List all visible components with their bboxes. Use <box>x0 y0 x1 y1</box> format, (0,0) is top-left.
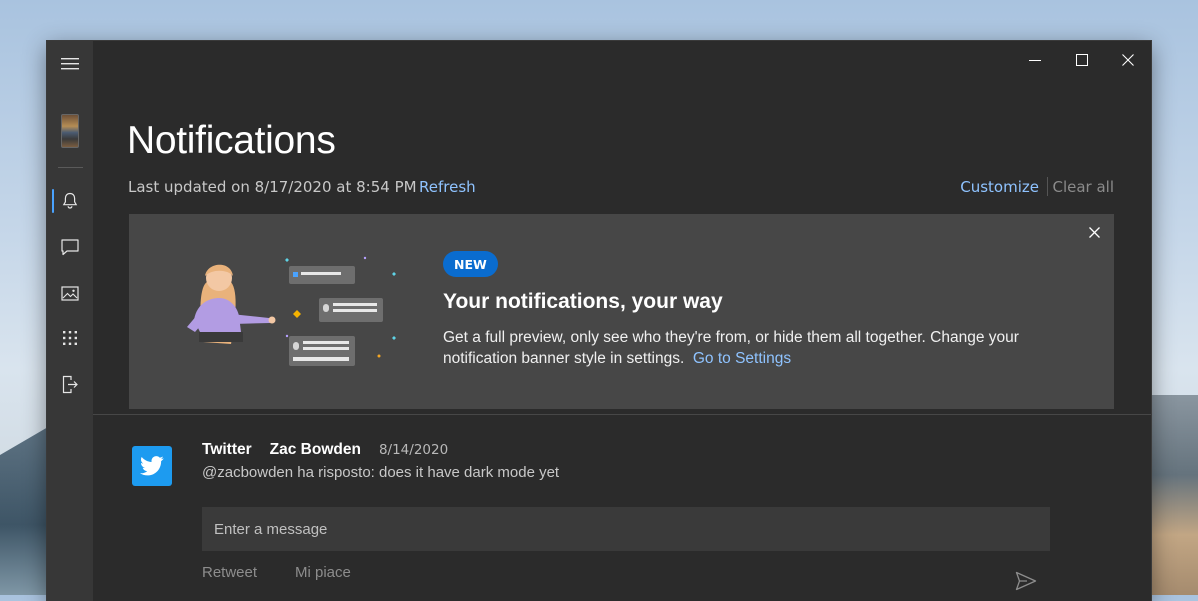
minimize-icon <box>1029 60 1041 61</box>
header-separator <box>1047 177 1048 196</box>
customize-link[interactable]: Customize <box>960 178 1039 196</box>
twitter-bird-icon <box>140 456 164 476</box>
refresh-link[interactable]: Refresh <box>419 178 476 196</box>
notification-header: Twitter Zac Bowden 8/14/2020 <box>202 441 448 459</box>
banner-close-button[interactable] <box>1084 222 1104 242</box>
notification-app-name: Twitter <box>202 441 252 458</box>
close-icon <box>1122 54 1134 66</box>
sidebar-item-apps[interactable] <box>47 318 93 358</box>
sidebar-item-notifications[interactable] <box>47 181 93 221</box>
send-icon <box>1015 571 1037 591</box>
sidebar <box>47 41 93 601</box>
send-button[interactable] <box>1015 571 1039 595</box>
photos-icon <box>61 285 79 301</box>
twitter-app-icon <box>132 446 172 486</box>
retweet-button[interactable]: Retweet <box>202 564 257 581</box>
sidebar-item-messages[interactable] <box>47 227 93 267</box>
clear-all-button[interactable]: Clear all <box>1052 178 1114 196</box>
maximize-button[interactable] <box>1059 41 1105 79</box>
notification-sender: Zac Bowden <box>269 441 361 458</box>
minimize-button[interactable] <box>1012 41 1058 79</box>
maximize-icon <box>1076 54 1088 66</box>
menu-icon <box>61 58 79 70</box>
banner-title: Your notifications, your way <box>443 290 723 313</box>
notifications-illustration <box>187 256 396 366</box>
phone-thumbnail <box>61 114 79 148</box>
sidebar-separator <box>58 167 83 168</box>
page-title: Notifications <box>127 119 336 162</box>
sidebar-item-continue-on-pc[interactable] <box>47 364 93 404</box>
menu-button[interactable] <box>47 44 93 84</box>
bell-icon <box>62 192 78 209</box>
apps-grid-icon <box>63 331 77 345</box>
sidebar-item-photos[interactable] <box>47 273 93 313</box>
close-icon <box>1088 226 1100 238</box>
sign-out-icon <box>62 375 78 393</box>
phone-button[interactable] <box>47 111 93 151</box>
notification-message: @zacbowden ha risposto: does it have dar… <box>202 464 560 481</box>
chat-icon <box>61 238 79 255</box>
close-window-button[interactable] <box>1105 41 1151 79</box>
section-divider <box>93 414 1151 415</box>
feature-banner: NEW Your notifications, your way Get a f… <box>129 214 1114 409</box>
go-to-settings-link[interactable]: Go to Settings <box>693 350 791 367</box>
reply-message-input[interactable] <box>202 507 1050 551</box>
notification-date: 8/14/2020 <box>378 442 449 458</box>
last-updated-text: Last updated on 8/17/2020 at 8:54 PM <box>128 178 417 196</box>
like-button[interactable]: Mi piace <box>295 564 351 581</box>
new-badge: NEW <box>443 251 498 277</box>
banner-description: Get a full preview, only see who they're… <box>443 327 1063 369</box>
app-window: Notifications Last updated on 8/17/2020 … <box>47 41 1151 601</box>
